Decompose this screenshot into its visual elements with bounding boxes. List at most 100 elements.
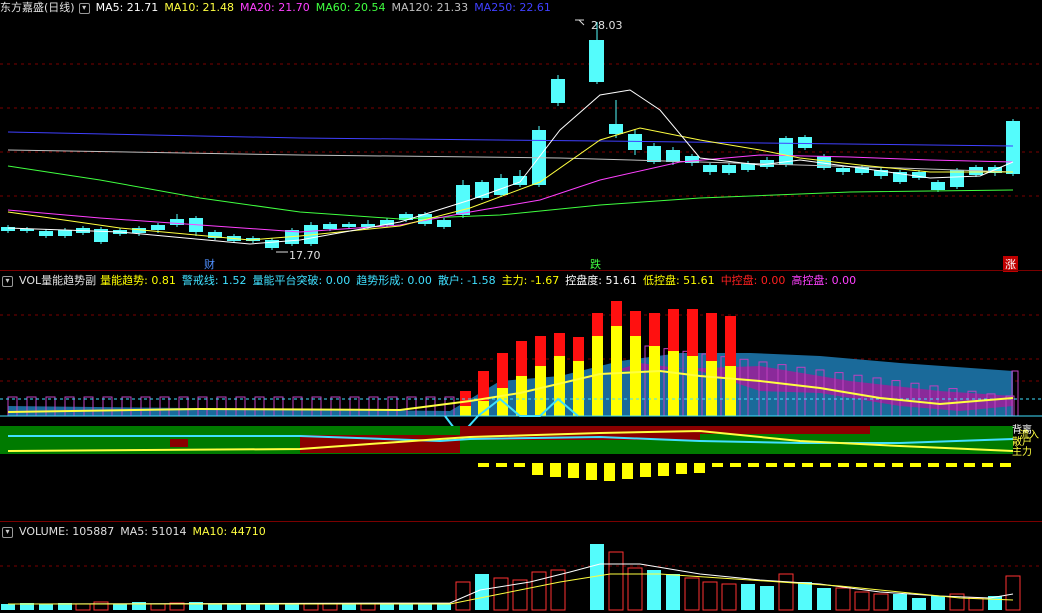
main-force-bar (668, 309, 679, 351)
retail-bar (725, 366, 736, 416)
candle-body (931, 182, 945, 190)
volume-bar (1, 604, 15, 610)
side-label-main: 主力 (1012, 447, 1032, 458)
candle-body (1006, 121, 1020, 174)
volume-bar (455, 581, 471, 611)
volume-bar (817, 588, 831, 610)
retail-bar (554, 356, 565, 416)
yellow-bar (658, 463, 669, 476)
yellow-bar (496, 463, 507, 467)
volume-trend-pane[interactable]: ▾ VOL量能趋势副 量能趋势: 0.81 警戒线: 1.52 量能平台突破: 0.00… (0, 271, 1042, 522)
yellow-bar (910, 463, 921, 467)
high-price-label: 28.03 (591, 19, 623, 32)
yellow-bar (478, 463, 489, 467)
main-force-bar (630, 311, 641, 336)
volume-bar (647, 570, 661, 610)
candle-body (58, 230, 72, 236)
volume-bar (208, 604, 222, 610)
yellow-bar (586, 463, 597, 480)
volume-bar (303, 603, 319, 611)
candle-body (39, 231, 53, 236)
candle-body (265, 240, 279, 248)
yellow-bar (928, 463, 939, 467)
yellow-bar (748, 463, 759, 467)
candle-body (609, 124, 623, 134)
volume-bar (741, 584, 755, 610)
retail-bar (573, 361, 584, 416)
volume-bar (75, 603, 91, 611)
volume-bar (380, 604, 394, 610)
retail-bar (460, 406, 471, 416)
volume-bar (854, 591, 870, 611)
yellow-bar (514, 463, 525, 467)
volume-bar (342, 604, 356, 610)
volume-bar (39, 604, 53, 610)
candle-body (551, 79, 565, 103)
volume-bar (798, 582, 812, 610)
volume-bar (475, 574, 489, 610)
volume-bar (778, 573, 794, 611)
yellow-bar (838, 463, 849, 467)
ma250-line (7, 131, 1014, 147)
volume-bar (360, 603, 376, 611)
volume-bar (666, 574, 680, 610)
volume-pane[interactable]: ▾ VOLUME: 105887 MA5: 51014 MA10: 44710 (0, 522, 1042, 613)
yellow-bar (532, 463, 543, 475)
candle-body (342, 224, 356, 227)
yellow-bar (604, 463, 615, 481)
high-marker (578, 19, 585, 26)
volume-bar (835, 587, 851, 611)
retail-bar (630, 336, 641, 416)
retail-bar (706, 361, 717, 416)
main-force-bar (516, 341, 527, 376)
yellow-bar (1000, 463, 1011, 467)
main-force-bar (725, 316, 736, 366)
candle-body (437, 220, 451, 227)
yellow-bar (982, 463, 993, 467)
volume-bar (873, 593, 889, 611)
yellow-bar (568, 463, 579, 478)
candle-body (836, 168, 850, 172)
low-price-label: 17.70 (289, 249, 321, 262)
candlestick-chart[interactable] (0, 0, 1042, 272)
yellow-bar (874, 463, 885, 467)
retail-bar (535, 366, 546, 416)
volume-bar (285, 604, 299, 610)
main-force-bar (592, 313, 603, 336)
volume-bar (246, 604, 260, 610)
volume-bar (93, 601, 109, 611)
yellow-bar (784, 463, 795, 467)
yellow-bar (712, 463, 723, 467)
volume-bar (150, 603, 166, 611)
candle-body (151, 225, 165, 230)
main-force-bar (497, 353, 508, 388)
candle-body (647, 146, 661, 162)
yellow-bar (820, 463, 831, 467)
kline-pane[interactable]: 东方嘉盛(日线) ▾ MA5: 21.71 MA10: 21.48 MA20: 21.7… (0, 0, 1042, 272)
volume-bar (437, 604, 451, 610)
volume-ma10-line (8, 573, 1014, 605)
yellow-bar (694, 463, 705, 473)
volume-bar (931, 596, 945, 610)
main-force-bar (706, 313, 717, 361)
main-force-bar (478, 371, 489, 401)
volume-trend-chart[interactable] (0, 271, 1042, 522)
candle-body (950, 170, 964, 187)
main-force-bar (554, 333, 565, 356)
volume-bar (893, 594, 907, 610)
volume-bar (702, 581, 718, 611)
candle-body (703, 165, 717, 172)
main-force-bar (687, 309, 698, 356)
candle-body (323, 224, 337, 229)
volume-bar-chart[interactable] (0, 522, 1042, 613)
volume-bar (760, 586, 774, 610)
volume-bar (684, 577, 700, 611)
volume-bar (1005, 575, 1021, 611)
volume-bar (227, 604, 241, 610)
yellow-bar (802, 463, 813, 467)
main-force-bar (611, 301, 622, 326)
flow-band (170, 439, 188, 447)
retail-bar (516, 376, 527, 416)
main-force-bar (535, 336, 546, 366)
volume-bar (265, 604, 279, 610)
